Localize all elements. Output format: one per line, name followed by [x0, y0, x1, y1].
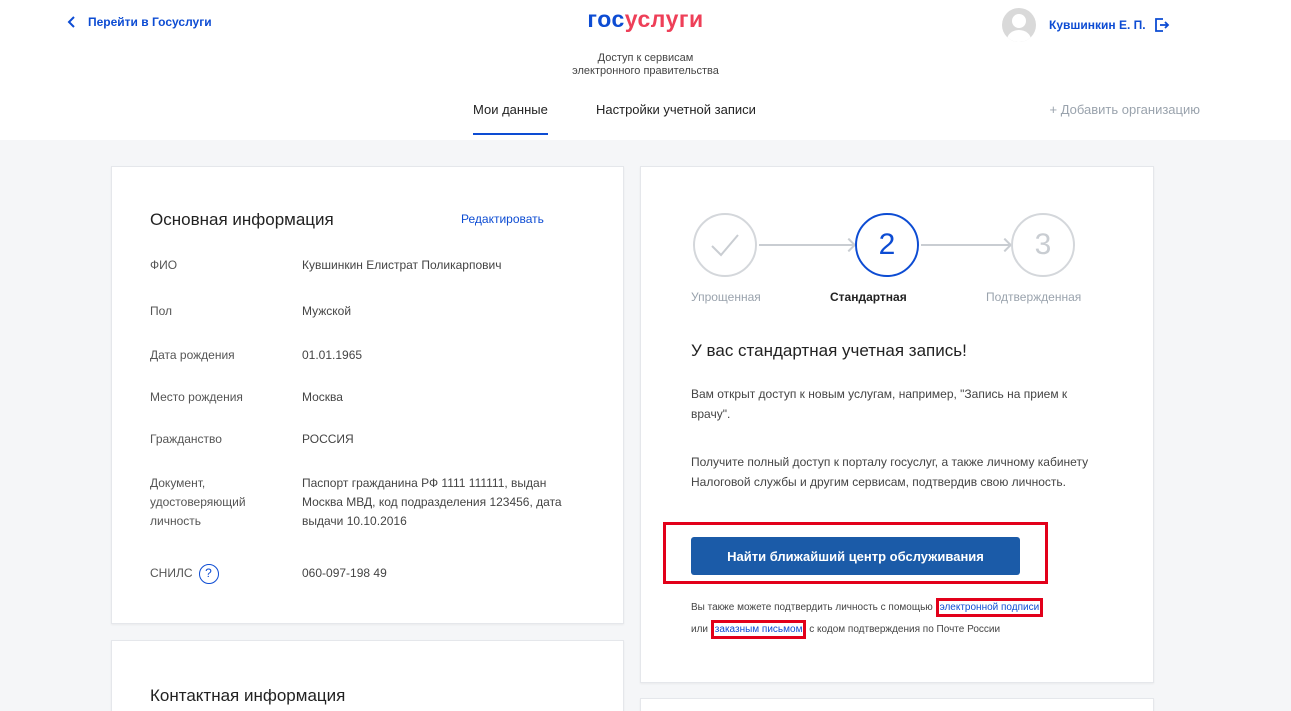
account-text-2: Получите полный доступ к порталу госуслу… — [691, 455, 1089, 489]
user-menu[interactable]: Кувшинкин Е. П. — [1002, 8, 1170, 42]
info-value: Мужской — [302, 304, 352, 318]
step-2-circle: 2 — [855, 213, 919, 277]
step-1-label: Упрощенная — [691, 290, 761, 304]
info-value: 01.01.1965 — [302, 348, 363, 362]
info-value: Москва — [302, 390, 343, 404]
step-2-label: Стандартная — [830, 290, 907, 304]
info-value: Паспорт гражданина РФ 1111 111111, выдан… — [302, 476, 562, 528]
info-label: ФИО — [150, 258, 178, 272]
arrow-right-icon — [921, 244, 1009, 246]
info-label: Документ, удостоверяющий личность — [150, 476, 246, 528]
basic-info-card: Основная информация Редактировать ФИО Ку… — [111, 166, 624, 624]
info-value: 060-097-198 49 — [302, 566, 387, 580]
account-level-card: 2 3 Упрощенная Стандартная Подтвержденна… — [640, 166, 1154, 683]
account-level-steps: 2 3 — [691, 213, 1111, 287]
registered-letter-link[interactable]: заказным письмом — [710, 620, 807, 639]
logout-icon[interactable] — [1154, 17, 1170, 33]
alternative-confirmation-text: Вы также можете подтвердить личность с п… — [691, 597, 1121, 641]
next-card — [640, 698, 1154, 711]
info-label: Пол — [150, 304, 173, 318]
contact-info-card: Контактная информация — [111, 640, 624, 711]
info-label: Гражданство — [150, 432, 222, 446]
help-icon[interactable]: ? — [198, 564, 219, 584]
edit-link[interactable]: Редактировать — [461, 212, 544, 226]
avatar — [1002, 8, 1036, 42]
checkmark-icon — [711, 234, 739, 257]
step-3-circle: 3 — [1011, 213, 1075, 277]
basic-info-title: Основная информация — [150, 210, 334, 229]
info-label: СНИЛС? — [150, 564, 290, 584]
account-status-title: У вас стандартная учетная запись! — [691, 341, 967, 360]
find-service-center-button[interactable]: Найти ближайший центр обслуживания — [691, 537, 1020, 575]
step-1-circle — [693, 213, 757, 277]
tab-my-data[interactable]: Мои данные — [473, 102, 548, 140]
main-content: Основная информация Редактировать ФИО Ку… — [0, 140, 1291, 711]
add-organization-link[interactable]: + Добавить организацию — [1049, 102, 1200, 117]
info-label: Дата рождения — [150, 348, 235, 362]
step-3-label: Подтвержденная — [986, 290, 1082, 304]
electronic-signature-link[interactable]: электронной подписи — [935, 598, 1044, 617]
logo-text: госуслуги — [587, 6, 704, 32]
header: Перейти в Госуслуги госуслуги Доступ к с… — [0, 0, 1291, 140]
logo-subtitle: Доступ к сервисам электронного правитель… — [572, 52, 719, 77]
account-text-1: Вам открыт доступ к новым услугам, напри… — [691, 387, 1068, 421]
contact-info-title: Контактная информация — [150, 686, 346, 705]
info-value: РОССИЯ — [302, 432, 354, 446]
info-label: Место рождения — [150, 390, 243, 404]
user-name: Кувшинкин Е. П. — [1049, 18, 1146, 32]
tab-account-settings[interactable]: Настройки учетной записи — [596, 102, 756, 140]
arrow-right-icon — [759, 244, 853, 246]
info-value: Кувшинкин Елистрат Поликарпович — [302, 258, 502, 272]
